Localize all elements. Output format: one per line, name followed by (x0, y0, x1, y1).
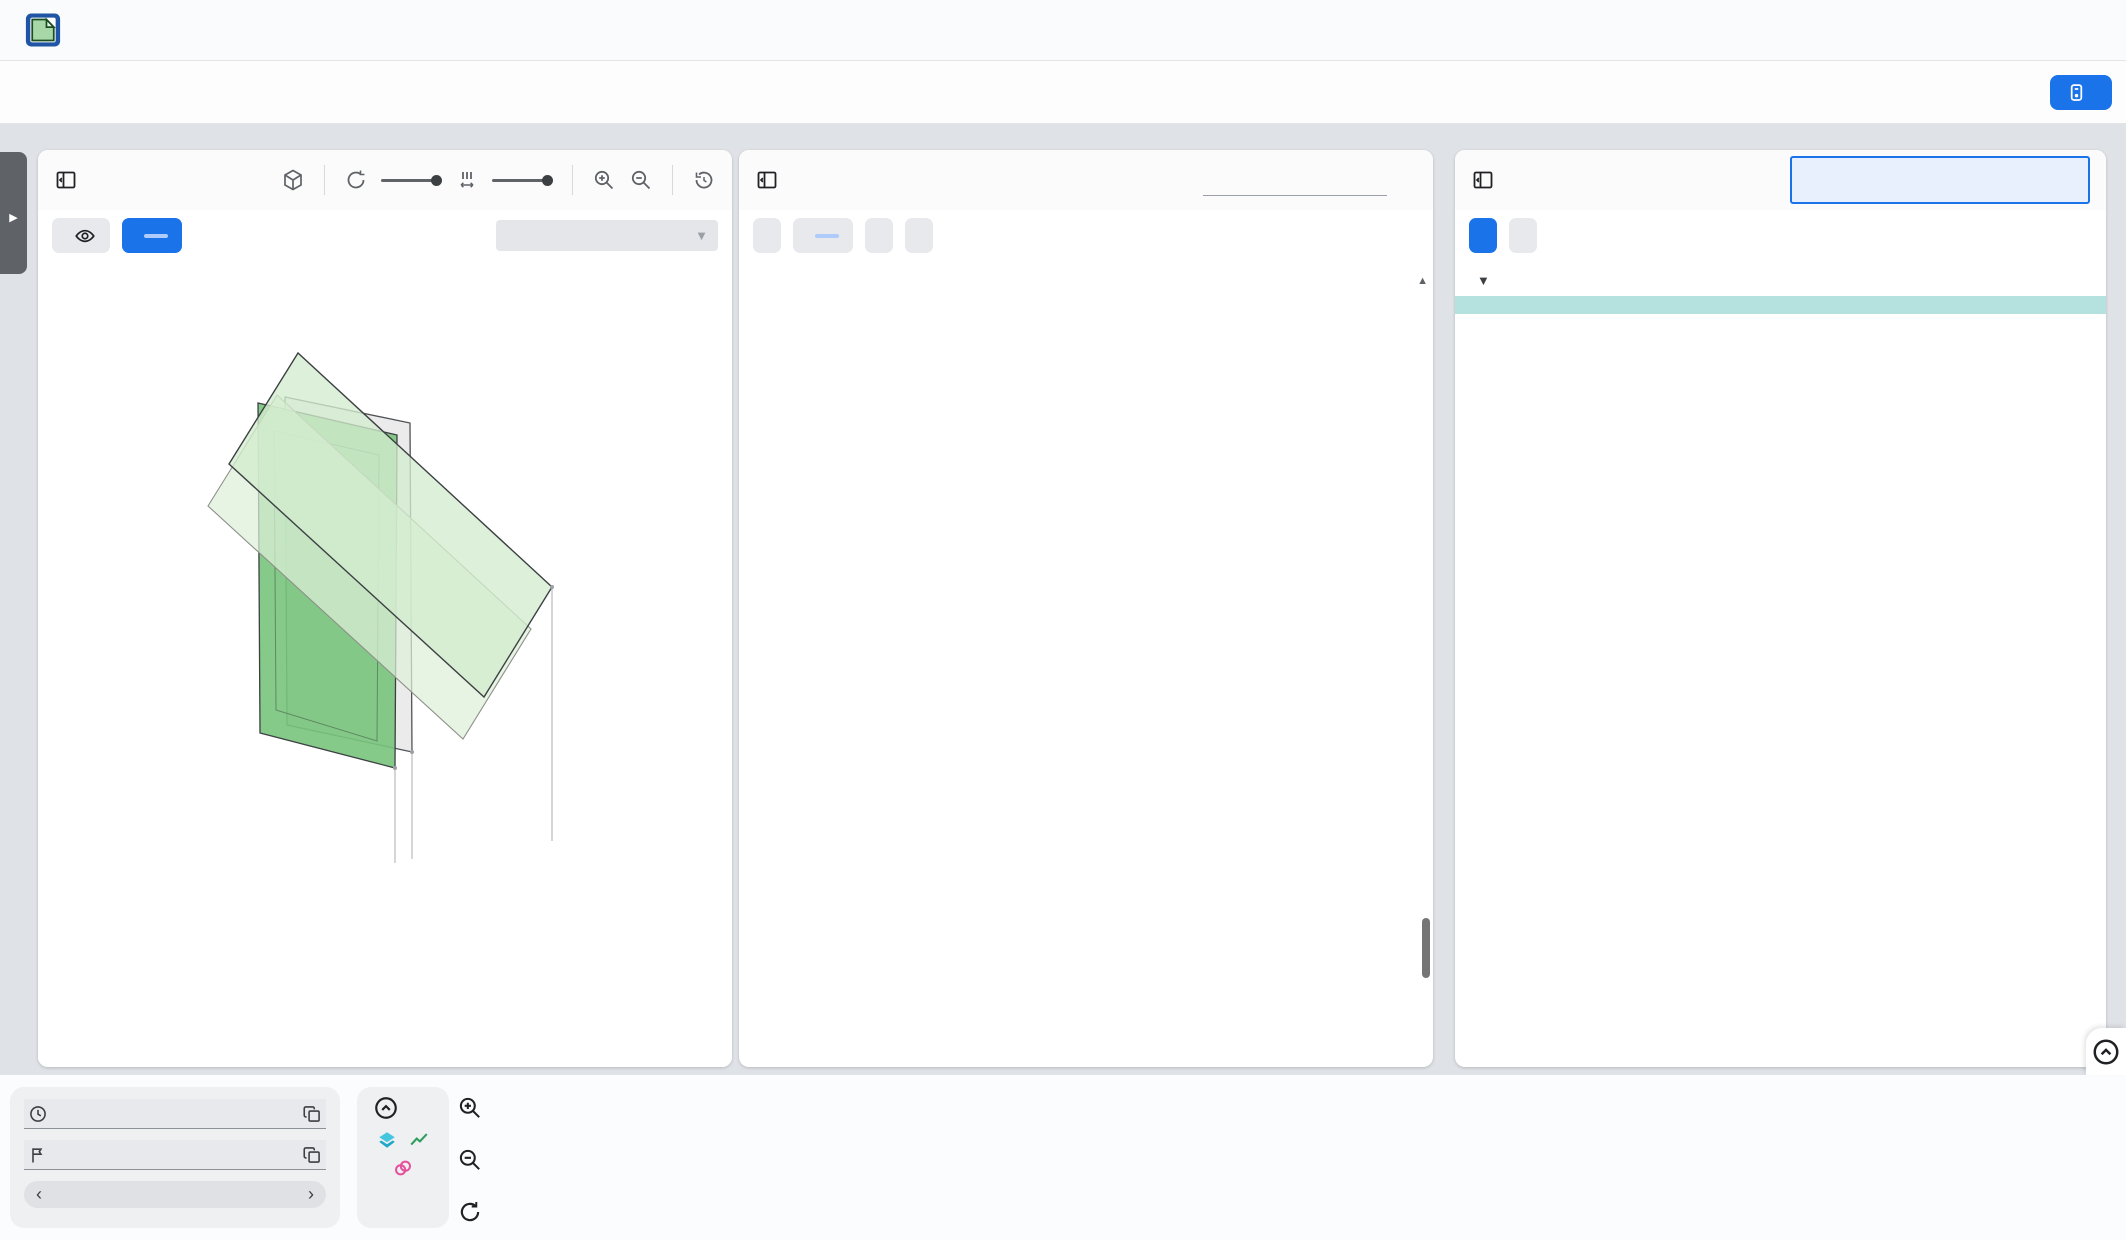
show-only-badge (144, 234, 168, 238)
trace-tab-bar (0, 61, 2126, 124)
panel-dock-icon (755, 168, 779, 192)
timeline-filter-card (357, 1087, 449, 1228)
proto-root-node[interactable]: ▼ (1455, 263, 2106, 296)
proto-controls (1455, 210, 2106, 263)
hierarchy-search-input[interactable] (1203, 165, 1387, 196)
3d-view-icon[interactable] (281, 168, 305, 192)
timeline-tracks[interactable] (516, 1075, 2110, 1240)
proto-tree: ▼ (1455, 263, 2106, 1067)
spacing-slider-track (492, 179, 544, 182)
top-app-bar (0, 0, 2126, 61)
show-defaults-button[interactable] (1509, 218, 1537, 253)
properties-collapsed-tab[interactable]: ▶ (0, 152, 27, 274)
show-only-button[interactable] (122, 218, 182, 253)
hierarchy-controls (739, 210, 1433, 263)
rects-3d-canvas[interactable] (38, 263, 732, 1067)
zoom-out-icon[interactable] (629, 168, 653, 192)
chevron-down-icon: ▼ (695, 228, 708, 243)
layers-panel: ▼ (38, 150, 732, 1067)
show-only-button[interactable] (793, 218, 853, 253)
show-only-badge (815, 234, 839, 238)
displays-group: ▼ (484, 220, 718, 251)
proto-search-box[interactable] (1790, 156, 2090, 204)
proto-header (1455, 150, 2106, 210)
rotation-slider[interactable] (381, 175, 442, 186)
panel-dock-icon (1471, 168, 1495, 192)
workspace: ▶ (0, 124, 2126, 1075)
clock-icon (28, 1104, 48, 1124)
hierarchy-header (739, 150, 1433, 210)
show-diff-button[interactable] (1469, 218, 1497, 253)
previous-entry-icon[interactable]: ‹ (36, 1184, 42, 1205)
indent-guides (739, 297, 1433, 1059)
expand-right-icon: ▶ (9, 211, 17, 224)
hierarchy-tree: ▲ (739, 263, 1433, 1067)
search-options (1399, 188, 1417, 196)
layer-rects-scene (38, 263, 732, 1067)
proto-search-row (1800, 176, 2080, 198)
proto-highlighted-block (1455, 296, 2106, 314)
scroll-up-icon[interactable]: ▲ (1417, 269, 1428, 293)
filter-header (367, 1095, 439, 1121)
layers-toolbar (281, 165, 716, 195)
timeline-bar: ‹ › (0, 1075, 2126, 1240)
frame-step-control[interactable]: ‹ › (24, 1181, 326, 1208)
zoom-in-icon[interactable] (592, 168, 616, 192)
ignore-button[interactable] (52, 218, 110, 253)
collapse-filter-icon[interactable] (373, 1095, 399, 1121)
rotation-slider-track (381, 179, 433, 182)
winscope-logo (24, 11, 62, 49)
reset-view-icon[interactable] (692, 168, 716, 192)
flag-icon (28, 1145, 48, 1165)
next-entry-icon[interactable]: › (308, 1184, 314, 1205)
copy-icon[interactable] (302, 1145, 322, 1165)
toolbar-divider (572, 165, 573, 195)
surface-flinger-filter-icon[interactable] (376, 1129, 398, 1151)
layers-header (38, 150, 732, 210)
collapse-icon[interactable]: ▼ (1477, 273, 1490, 288)
copy-icon[interactable] (302, 1104, 322, 1124)
visibility-icon (74, 225, 96, 247)
human-time-row[interactable] (24, 1099, 326, 1129)
flat-button[interactable] (905, 218, 933, 253)
hierarchy-scrollbar[interactable] (1422, 918, 1430, 978)
transactions-filter-icon[interactable] (408, 1129, 430, 1151)
timeline-zoom-out-icon[interactable] (455, 1145, 485, 1175)
panel-dock-icon (54, 168, 78, 192)
ns-time-row[interactable] (24, 1140, 326, 1170)
search-options (2062, 186, 2080, 188)
time-navigation-card: ‹ › (10, 1087, 340, 1228)
filter-presets-button[interactable] (2050, 75, 2112, 110)
spacing-slider-knob[interactable] (542, 175, 553, 186)
rotation-icon[interactable] (344, 168, 368, 192)
proto-search-input[interactable] (1800, 176, 2053, 198)
timeline-zoom-reset-icon[interactable] (455, 1197, 485, 1227)
show-diff-button[interactable] (753, 218, 781, 253)
toolbar-divider (672, 165, 673, 195)
simplify-names-button[interactable] (865, 218, 893, 253)
proto-dump-panel: ▼ (1455, 150, 2106, 1067)
transitions-filter-icon[interactable] (392, 1157, 414, 1179)
filter-trace-icons (367, 1129, 439, 1179)
layers-controls: ▼ (38, 210, 732, 263)
hierarchy-panel: ▲ (739, 150, 1433, 1067)
layer-spacing-icon[interactable] (455, 168, 479, 192)
toolbar-divider (324, 165, 325, 195)
timeline-zoom-in-icon[interactable] (455, 1093, 485, 1123)
filter-presets-icon (2066, 82, 2087, 103)
rotation-slider-knob[interactable] (431, 175, 442, 186)
spacing-slider[interactable] (492, 175, 553, 186)
hierarchy-search (1203, 165, 1417, 196)
displays-dropdown[interactable]: ▼ (496, 220, 718, 251)
collapse-timeline-button[interactable] (2086, 1028, 2126, 1075)
timeline-zoom-controls (455, 1093, 485, 1227)
